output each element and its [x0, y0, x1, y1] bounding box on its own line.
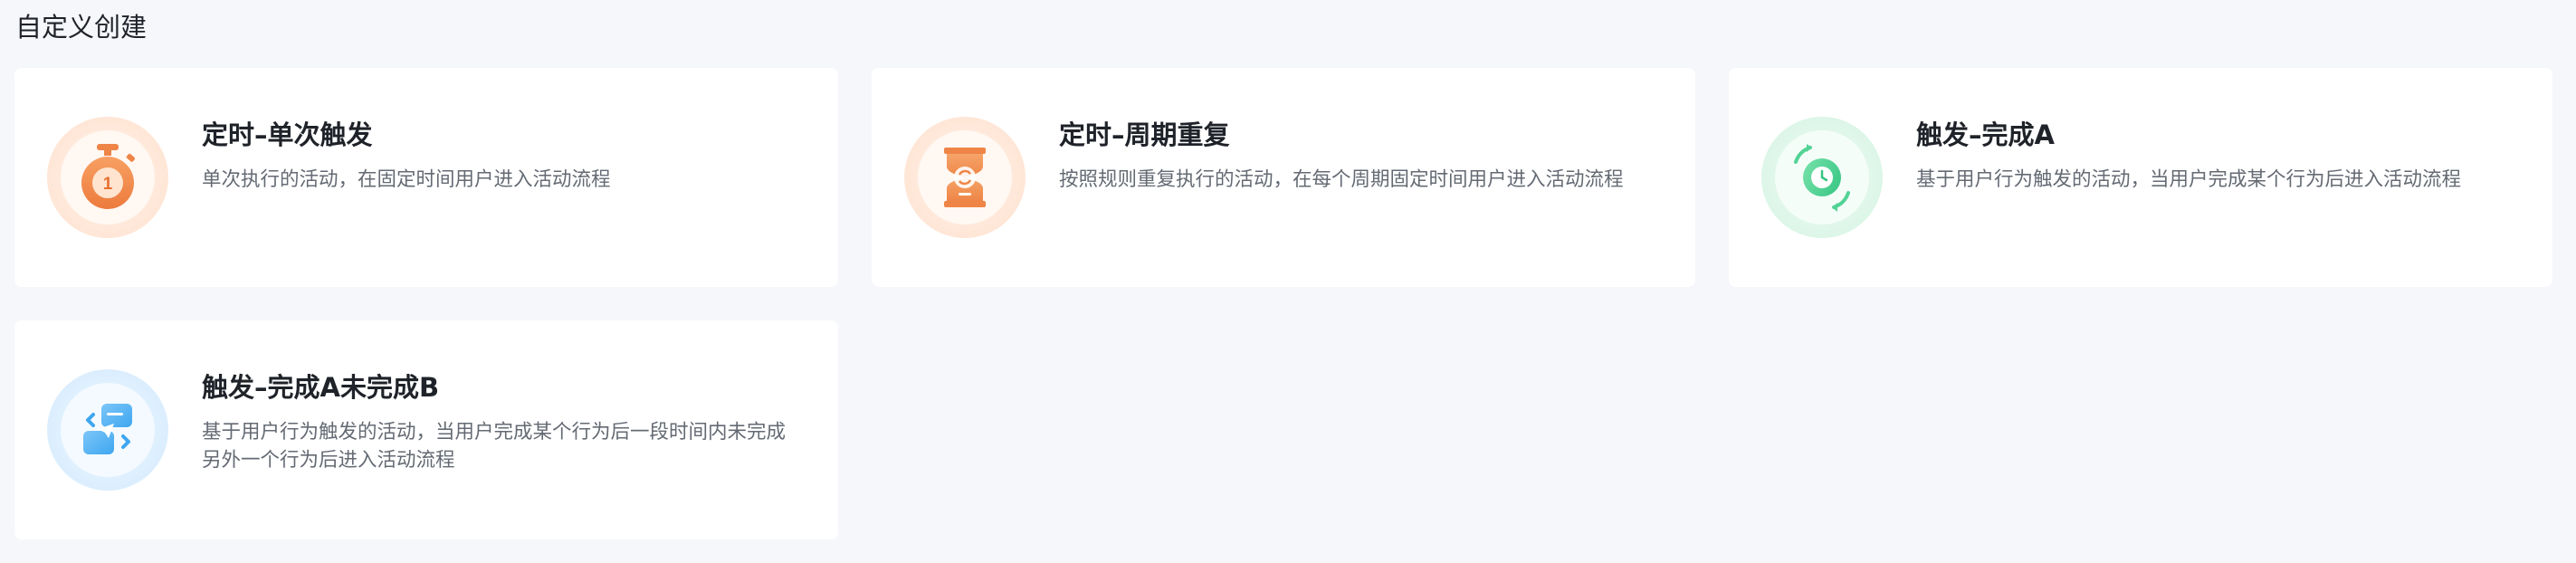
- card-description: 基于用户行为触发的活动，当用户完成某个行为后进入活动流程: [1916, 168, 2462, 191]
- card-title: 触发–完成A: [1916, 119, 2055, 150]
- clock-cycle-icon: [1761, 117, 1883, 238]
- card-description: 按照规则重复执行的活动，在每个周期固定时间用户进入活动流程: [1059, 168, 1624, 191]
- card-title: 触发–完成A未完成B: [202, 372, 440, 403]
- hourglass-icon: [904, 117, 1026, 238]
- section-title: 自定义创建: [15, 12, 148, 43]
- card-trigger-complete-a[interactable]: 触发–完成A 基于用户行为触发的活动，当用户完成某个行为后进入活动流程: [1729, 68, 2552, 287]
- card-description: 单次执行的活动，在固定时间用户进入活动流程: [202, 168, 611, 191]
- card-trigger-complete-a-not-b[interactable]: 触发–完成A未完成B 基于用户行为触发的活动，当用户完成某个行为后一段时间内未完…: [14, 320, 838, 539]
- card-title: 定时–周期重复: [1059, 119, 1230, 150]
- card-timed-single[interactable]: 1 定时–单次触发 单次执行的活动，在固定时间用户进入活动流程: [14, 68, 838, 287]
- svg-text:1: 1: [103, 175, 113, 194]
- card-timed-recurring[interactable]: 定时–周期重复 按照规则重复执行的活动，在每个周期固定时间用户进入活动流程: [872, 68, 1695, 287]
- page: 自定义创建 1 定时–单次触发 单次执行的活动，在固定时间用户进入活动流程 定时…: [0, 0, 2576, 563]
- message-swap-icon: [47, 369, 168, 491]
- card-title: 定时–单次触发: [202, 119, 373, 150]
- stopwatch-icon: 1: [47, 117, 168, 238]
- card-description: 基于用户行为触发的活动，当用户完成某个行为后一段时间内未完成另外一个行为后进入活…: [202, 421, 787, 472]
